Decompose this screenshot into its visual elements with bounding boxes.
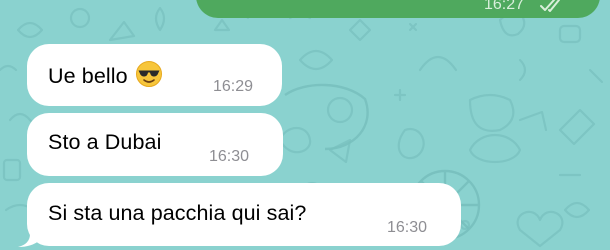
- outgoing-message-bubble[interactable]: 16:27: [196, 0, 600, 18]
- message-timestamp: 16:30: [209, 148, 250, 165]
- double-check-icon: [540, 0, 560, 12]
- message-timestamp: 16:29: [213, 78, 254, 95]
- bubble-tail: [18, 226, 40, 247]
- message-timestamp: 16:30: [387, 219, 428, 236]
- message-timestamp: 16:27: [484, 0, 525, 13]
- incoming-message-bubble[interactable]: Si sta una pacchia qui sai? 16:30: [27, 183, 461, 246]
- incoming-message-bubble[interactable]: Sto a Dubai 16:30: [27, 113, 283, 176]
- smiling-face-with-sunglasses-icon: [135, 61, 162, 87]
- message-text: Sto a Dubai: [48, 130, 162, 154]
- message-text: Si sta una pacchia qui sai?: [48, 201, 307, 225]
- incoming-message-bubble[interactable]: Ue bello 16:29: [27, 44, 282, 106]
- message-text: Ue bello: [48, 61, 162, 89]
